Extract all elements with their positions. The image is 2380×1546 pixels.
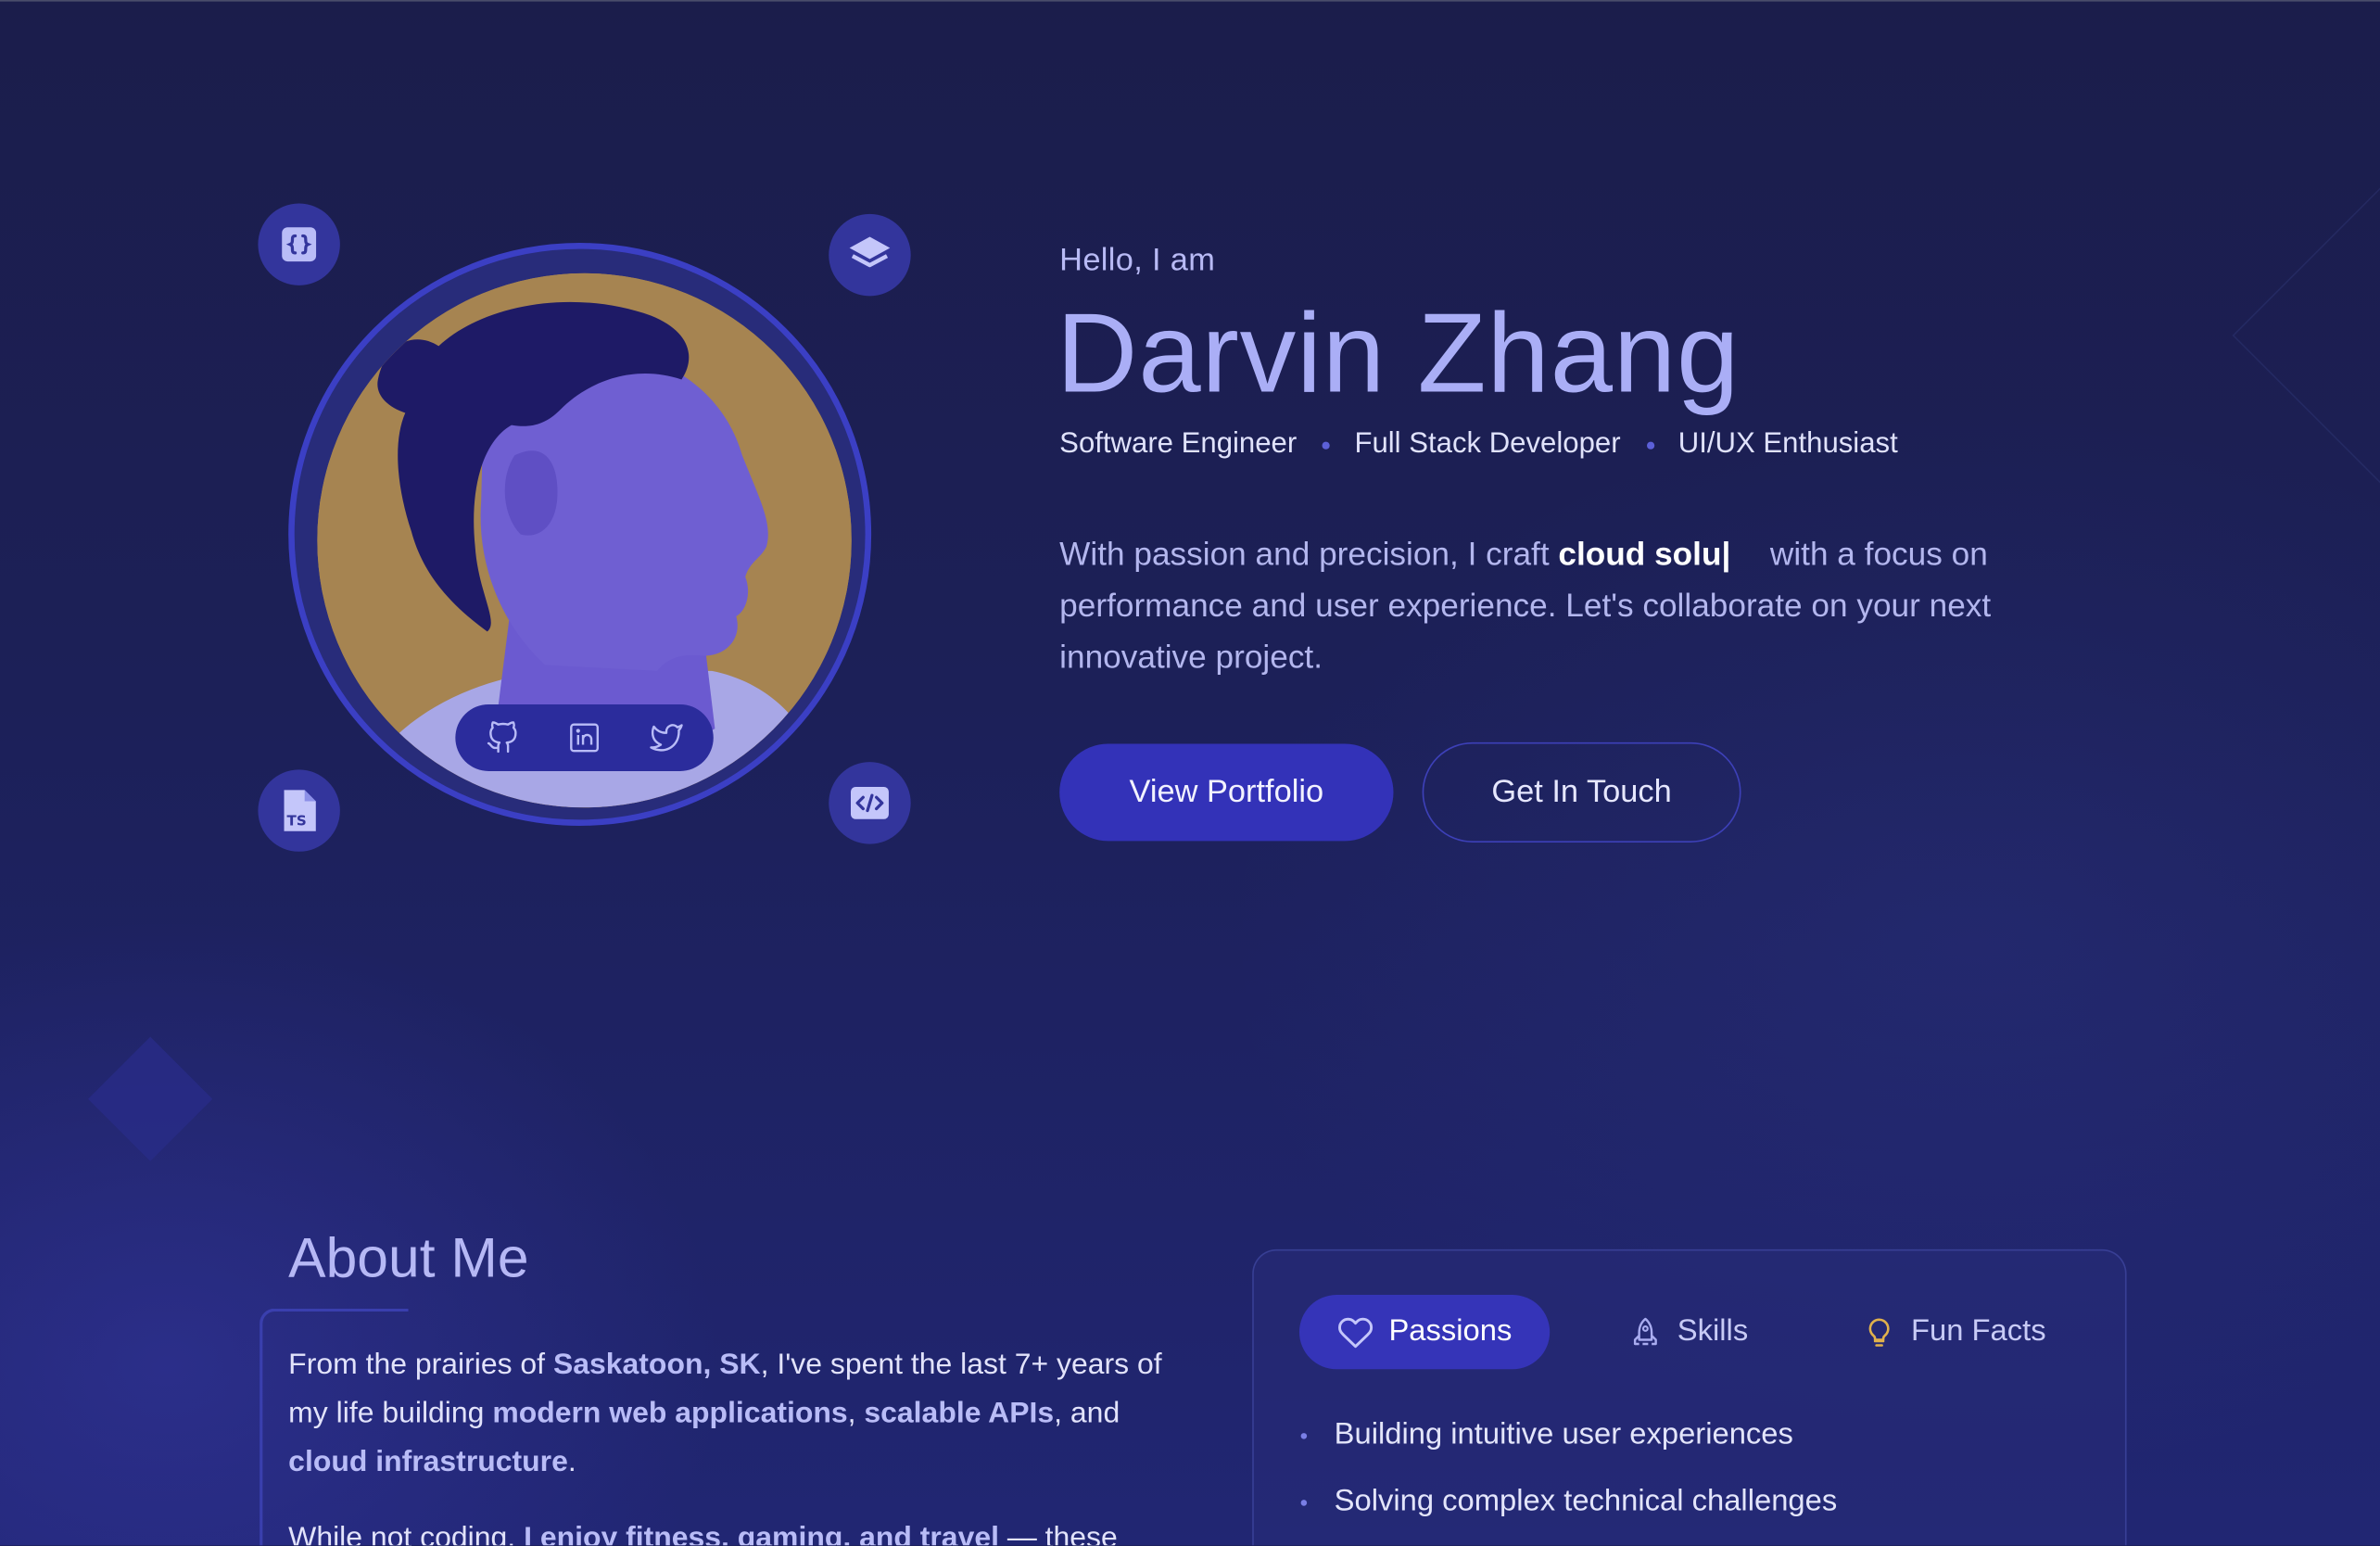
about-paragraph: From the prairies of Saskatoon, SK, I've… [288,1340,1169,1486]
decorative-diamond-outline [2232,183,2380,488]
view-portfolio-button[interactable]: View Portfolio [1059,743,1394,842]
role-list: Software Engineer Full Stack Developer U… [1059,428,1898,462]
about-text: , and [1054,1396,1120,1430]
hero-bio: With passion and precision, I craft clou… [1059,528,2092,683]
about-text: From the prairies of [288,1348,553,1382]
tab-label: Fun Facts [1910,1314,2046,1349]
role-separator [1646,440,1654,449]
bullet [1300,1499,1308,1505]
tab-label: Skills [1677,1314,1749,1349]
rocket-icon [1633,1316,1657,1345]
about-highlight: modern web applications [492,1396,848,1430]
github-icon[interactable] [484,719,520,755]
layers-badge [829,213,911,297]
bio-text: With passion and precision, I craft [1059,536,1559,573]
role-item: Full Stack Developer [1354,427,1621,461]
list-item: Solving complex technical challenges [1300,1484,1838,1520]
layers-icon [849,236,891,268]
about-text: While not coding, [288,1521,525,1546]
tab-fun-facts[interactable]: Fun Facts [1863,1295,2046,1369]
top-border [0,0,2380,2]
greeting: Hello, I am [1059,243,1216,278]
about-title: About Me [288,1226,529,1289]
typescript-badge: TS [258,769,340,852]
decorative-diamond [87,1036,213,1161]
heart-icon [1337,1316,1373,1348]
about-highlight: scalable APIs [864,1396,1055,1430]
code-badge [829,762,911,844]
lightbulb-icon [1868,1317,1890,1346]
bullet [1300,1432,1308,1438]
get-in-touch-button[interactable]: Get In Touch [1422,741,1741,843]
list-item-label: Solving complex technical challenges [1334,1484,1838,1518]
portfolio-page: TS Hello, I am Darvin Zhang Software Eng… [0,0,2380,1546]
braces-icon [282,227,317,262]
social-links [455,703,714,772]
name-heading: Darvin Zhang [1056,289,1741,416]
code-icon [850,786,889,819]
tab-skills[interactable]: Skills [1628,1295,1748,1369]
svg-text:TS: TS [287,813,307,830]
list-item-label: Building intuitive user experiences [1334,1417,1793,1451]
about-highlight: Saskatoon, SK [552,1348,761,1382]
about-text: , [847,1396,865,1430]
about-paragraph: While not coding, I enjoy fitness, gamin… [288,1514,1199,1545]
typescript-file-icon: TS [284,790,316,831]
role-separator [1323,440,1331,449]
typing-highlight: cloud solu| [1558,536,1731,573]
about-text: . [567,1445,576,1479]
twitter-icon[interactable] [648,719,684,755]
about-text: — these [998,1521,1118,1546]
about-highlight: I enjoy fitness, gaming, and travel [524,1521,999,1546]
list-item: Building intuitive user experiences [1300,1417,1793,1453]
tab-passions[interactable]: Passions [1298,1295,1551,1370]
tab-label: Passions [1388,1314,1513,1349]
role-item: UI/UX Enthusiast [1677,427,1898,461]
role-item: Software Engineer [1059,427,1298,461]
linkedin-icon[interactable] [566,719,602,755]
about-highlight: cloud infrastructure [288,1445,568,1479]
braces-badge [258,203,340,285]
